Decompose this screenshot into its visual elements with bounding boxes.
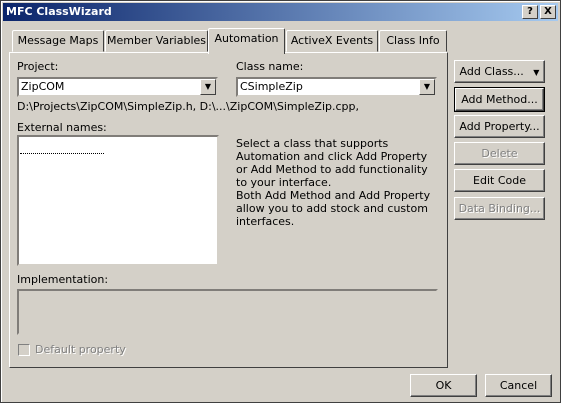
add-class-button[interactable]: Add Class... ▼ [454, 60, 545, 83]
edit-code-button[interactable]: Edit Code [454, 169, 545, 192]
add-property-button[interactable]: Add Property... [454, 115, 545, 138]
data-binding-button[interactable]: Data Binding... [454, 197, 545, 220]
close-title-button[interactable]: X [540, 5, 556, 19]
tab-activex-events[interactable]: ActiveX Events [286, 30, 378, 52]
class-wizard-window: MFC ClassWizard ? X Message Maps Member … [0, 0, 561, 403]
add-method-button[interactable]: Add Method... [454, 87, 545, 112]
chevron-down-icon: ▼ [533, 68, 540, 77]
tab-panel [9, 52, 448, 368]
tab-message-maps[interactable]: Message Maps [12, 30, 104, 52]
add-class-label: Add Class... [459, 65, 524, 78]
title-bar: MFC ClassWizard [3, 3, 558, 21]
window-title: MFC ClassWizard [6, 5, 112, 18]
tab-automation[interactable]: Automation [208, 28, 285, 54]
help-title-button[interactable]: ? [522, 5, 538, 19]
cancel-button[interactable]: Cancel [485, 374, 552, 397]
ok-button[interactable]: OK [410, 374, 477, 397]
delete-button[interactable]: Delete [454, 142, 545, 165]
tab-member-variables[interactable]: Member Variables [105, 30, 208, 52]
tab-class-info[interactable]: Class Info [379, 30, 447, 52]
